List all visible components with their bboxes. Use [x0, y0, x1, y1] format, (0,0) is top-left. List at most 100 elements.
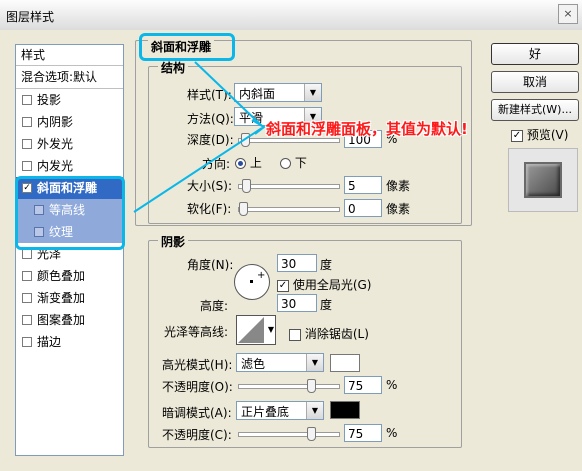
- direction-label: 方向:: [202, 157, 231, 171]
- bevel-style-value: 内斜面: [239, 87, 276, 101]
- checkbox-icon: [289, 328, 301, 341]
- style-item-label: 内发光: [37, 159, 74, 173]
- hl-opacity-slider[interactable]: [238, 379, 340, 393]
- checkbox-icon[interactable]: [22, 139, 32, 149]
- direction-down-label: 下: [294, 156, 307, 170]
- antialias-checkbox[interactable]: 消除锯齿(L): [289, 325, 369, 342]
- angle-dial[interactable]: +: [234, 264, 270, 300]
- style-item-label: 颜色叠加: [37, 269, 86, 283]
- checkbox-icon[interactable]: [22, 249, 32, 259]
- shadow-color-swatch[interactable]: [330, 401, 360, 419]
- highlight-mode-select[interactable]: 滤色 ▼: [236, 353, 324, 372]
- depth-label: 深度(D):: [187, 133, 234, 147]
- checkbox-icon[interactable]: [22, 161, 32, 171]
- shadow-mode-label: 暗调模式(A):: [162, 406, 232, 420]
- sh-opacity-unit: %: [386, 426, 398, 440]
- chevron-down-icon: ▼: [306, 354, 323, 371]
- style-item-label: 图案叠加: [37, 313, 86, 327]
- style-item-label: 内阴影: [37, 115, 74, 129]
- hl-opacity-slider-thumb[interactable]: [307, 379, 316, 393]
- check-icon: ✓: [277, 279, 289, 292]
- style-item-label: 描边: [37, 335, 62, 349]
- highlight-mode-value: 滤色: [241, 357, 266, 371]
- size-input[interactable]: 5: [344, 176, 382, 194]
- checkbox-icon[interactable]: [22, 95, 32, 105]
- annotation-highlight-title: [139, 33, 235, 61]
- altitude-input[interactable]: 30: [277, 294, 317, 312]
- ok-button[interactable]: 好: [491, 43, 579, 65]
- checkbox-icon[interactable]: [22, 337, 32, 347]
- style-item[interactable]: 外发光: [16, 133, 123, 155]
- altitude-label: 高度:: [200, 299, 229, 313]
- title-bar: 图层样式 ×: [0, 0, 582, 31]
- soften-label: 软化(F):: [187, 202, 232, 216]
- global-light-label: 使用全局光(G): [292, 278, 372, 292]
- soften-input[interactable]: 0: [344, 199, 382, 217]
- style-label: 样式(T):: [187, 88, 232, 102]
- style-item-label: 外发光: [37, 137, 74, 151]
- structure-title: 结构: [158, 59, 189, 76]
- check-icon: ✓: [511, 129, 523, 142]
- method-label: 方法(Q):: [187, 112, 234, 126]
- sh-opacity-label: 不透明度(C):: [162, 428, 232, 442]
- style-item[interactable]: 颜色叠加: [16, 265, 123, 287]
- checkbox-icon[interactable]: [22, 293, 32, 303]
- chevron-down-icon: ▼: [306, 402, 323, 419]
- shadow-mode-value: 正片叠底: [241, 405, 290, 419]
- blend-options-item[interactable]: 混合选项:默认: [16, 66, 123, 89]
- sh-opacity-input[interactable]: 75: [344, 424, 382, 442]
- hl-opacity-input[interactable]: 75: [344, 376, 382, 394]
- sh-opacity-slider-thumb[interactable]: [307, 427, 316, 441]
- style-item[interactable]: 渐变叠加: [16, 287, 123, 309]
- style-item[interactable]: 图案叠加: [16, 309, 123, 331]
- radio-icon: [235, 158, 246, 169]
- size-slider[interactable]: [238, 179, 340, 193]
- style-item[interactable]: 内阴影: [16, 111, 123, 133]
- style-item[interactable]: 描边: [16, 331, 123, 353]
- angle-unit: 度: [320, 258, 333, 272]
- hl-opacity-unit: %: [386, 378, 398, 392]
- shading-title: 阴影: [158, 233, 189, 250]
- new-style-button[interactable]: 新建样式(W)...: [491, 99, 579, 121]
- antialias-label: 消除锯齿(L): [304, 327, 369, 341]
- cancel-button[interactable]: 取消: [491, 71, 579, 93]
- contour-icon: [238, 317, 264, 343]
- styles-header: 样式: [16, 45, 123, 66]
- highlight-color-swatch[interactable]: [330, 354, 360, 372]
- radio-icon: [280, 158, 291, 169]
- window-title: 图层样式: [6, 10, 55, 24]
- direction-up-radio[interactable]: 上: [235, 154, 262, 171]
- size-label: 大小(S):: [187, 179, 233, 193]
- sh-opacity-slider[interactable]: [238, 427, 340, 441]
- preview-checkbox[interactable]: ✓ 预览(V): [511, 126, 568, 143]
- checkbox-icon[interactable]: [22, 315, 32, 325]
- shadow-mode-select[interactable]: 正片叠底 ▼: [236, 401, 324, 420]
- angle-label: 角度(N):: [187, 258, 234, 272]
- style-item[interactable]: 投影: [16, 89, 123, 111]
- close-button[interactable]: ×: [558, 4, 578, 24]
- annotation-highlight-list: [15, 176, 125, 250]
- style-item[interactable]: 内发光: [16, 155, 123, 177]
- chevron-down-icon: ▼: [304, 84, 321, 101]
- angle-input[interactable]: 30: [277, 254, 317, 272]
- global-light-checkbox[interactable]: ✓ 使用全局光(G): [277, 276, 372, 293]
- altitude-unit: 度: [320, 298, 333, 312]
- direction-up-label: 上: [249, 156, 262, 170]
- depth-slider-thumb[interactable]: [241, 133, 250, 147]
- method-value: 平滑: [239, 111, 264, 125]
- preview-thumbnail: [508, 148, 578, 212]
- gloss-contour-label: 光泽等高线:: [164, 325, 229, 339]
- soften-slider[interactable]: [238, 202, 340, 216]
- size-slider-thumb[interactable]: [242, 179, 251, 193]
- gloss-contour-picker[interactable]: ▼: [236, 315, 276, 345]
- bevel-style-select[interactable]: 内斜面 ▼: [234, 83, 322, 102]
- hl-opacity-label: 不透明度(O):: [162, 380, 233, 394]
- soften-slider-thumb[interactable]: [239, 202, 248, 216]
- soften-unit: 像素: [386, 202, 411, 216]
- checkbox-icon[interactable]: [22, 271, 32, 281]
- angle-dial-crosshair-icon: +: [257, 270, 266, 281]
- checkbox-icon[interactable]: [22, 117, 32, 127]
- size-unit: 像素: [386, 179, 411, 193]
- preview-label: 预览(V): [526, 128, 569, 142]
- direction-down-radio[interactable]: 下: [280, 154, 307, 171]
